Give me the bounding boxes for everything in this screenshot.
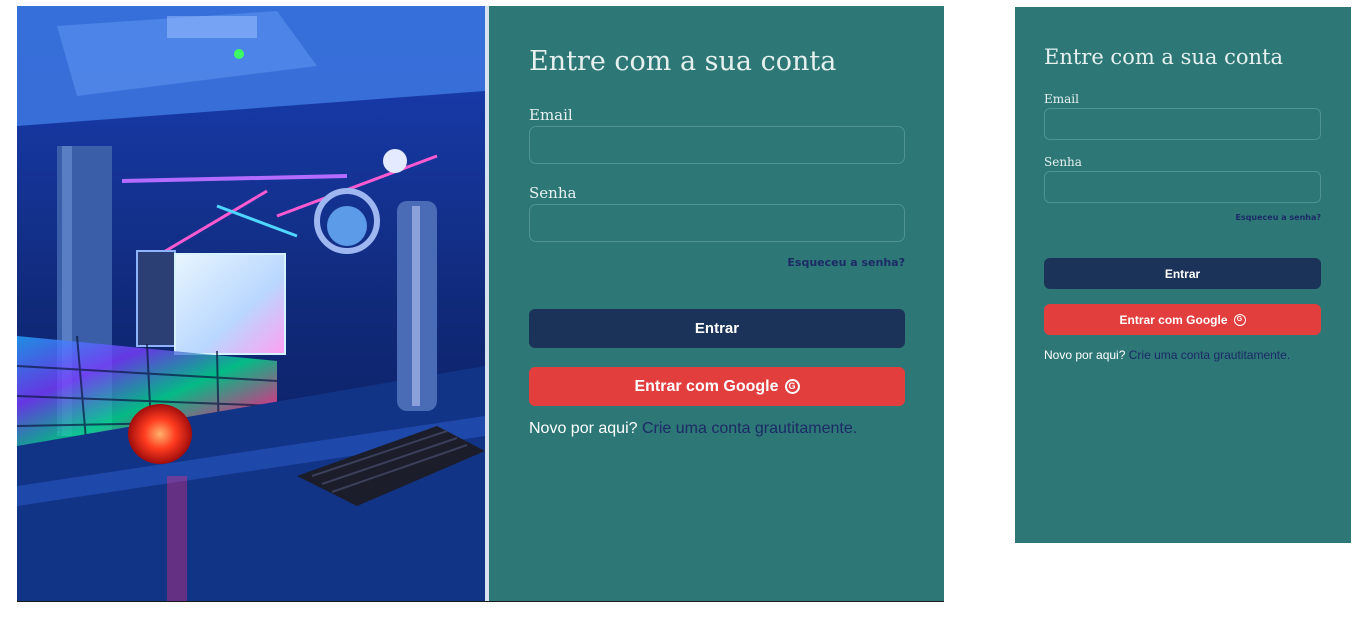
desktop-login-view: Entre com a sua conta Email Senha Esquec… (17, 6, 944, 602)
email-field[interactable] (1044, 108, 1321, 140)
forgot-row: Esqueceu a senha? (529, 256, 905, 272)
login-panel: Entre com a sua conta Email Senha Esquec… (489, 6, 944, 601)
password-label: Senha (529, 184, 577, 202)
google-g-icon: G (1233, 313, 1246, 326)
email-label: Email (1044, 92, 1079, 106)
page-title: Entre com a sua conta (1044, 45, 1284, 69)
email-field[interactable] (529, 126, 905, 164)
password-field[interactable] (529, 204, 905, 242)
google-button-label: Entrar com Google (1119, 312, 1228, 327)
google-login-button[interactable]: Entrar com Google G (529, 367, 905, 406)
mobile-login-view: Entre com a sua conta Email Senha Esquec… (1015, 7, 1351, 543)
forgot-row: Esqueceu a senha? (1044, 213, 1321, 227)
login-button-label: Entrar (1164, 266, 1201, 281)
nightclub-photo (17, 6, 485, 601)
login-button-label: Entrar (694, 320, 740, 337)
signup-link[interactable]: Crie uma conta grautitamente. (1129, 348, 1290, 362)
google-login-button[interactable]: Entrar com Google G (1044, 304, 1321, 335)
page-title: Entre com a sua conta (529, 46, 837, 77)
signup-row: Novo por aqui? Crie uma conta grautitame… (529, 420, 857, 438)
forgot-password-link[interactable]: Esqueceu a senha? (787, 256, 905, 269)
login-button[interactable]: Entrar (1044, 258, 1321, 289)
signup-prompt: Novo por aqui? (529, 420, 638, 437)
google-g-icon: G (784, 379, 800, 394)
forgot-password-link[interactable]: Esqueceu a senha? (1235, 213, 1321, 222)
login-button[interactable]: Entrar (529, 309, 905, 348)
email-label: Email (529, 106, 573, 124)
password-field[interactable] (1044, 171, 1321, 203)
signup-link[interactable]: Crie uma conta grautitamente. (642, 420, 857, 437)
password-label: Senha (1044, 155, 1082, 169)
signup-row: Novo por aqui? Crie uma conta grautitame… (1044, 348, 1290, 362)
google-button-label: Entrar com Google (634, 377, 779, 395)
signup-prompt: Novo por aqui? (1044, 348, 1126, 362)
